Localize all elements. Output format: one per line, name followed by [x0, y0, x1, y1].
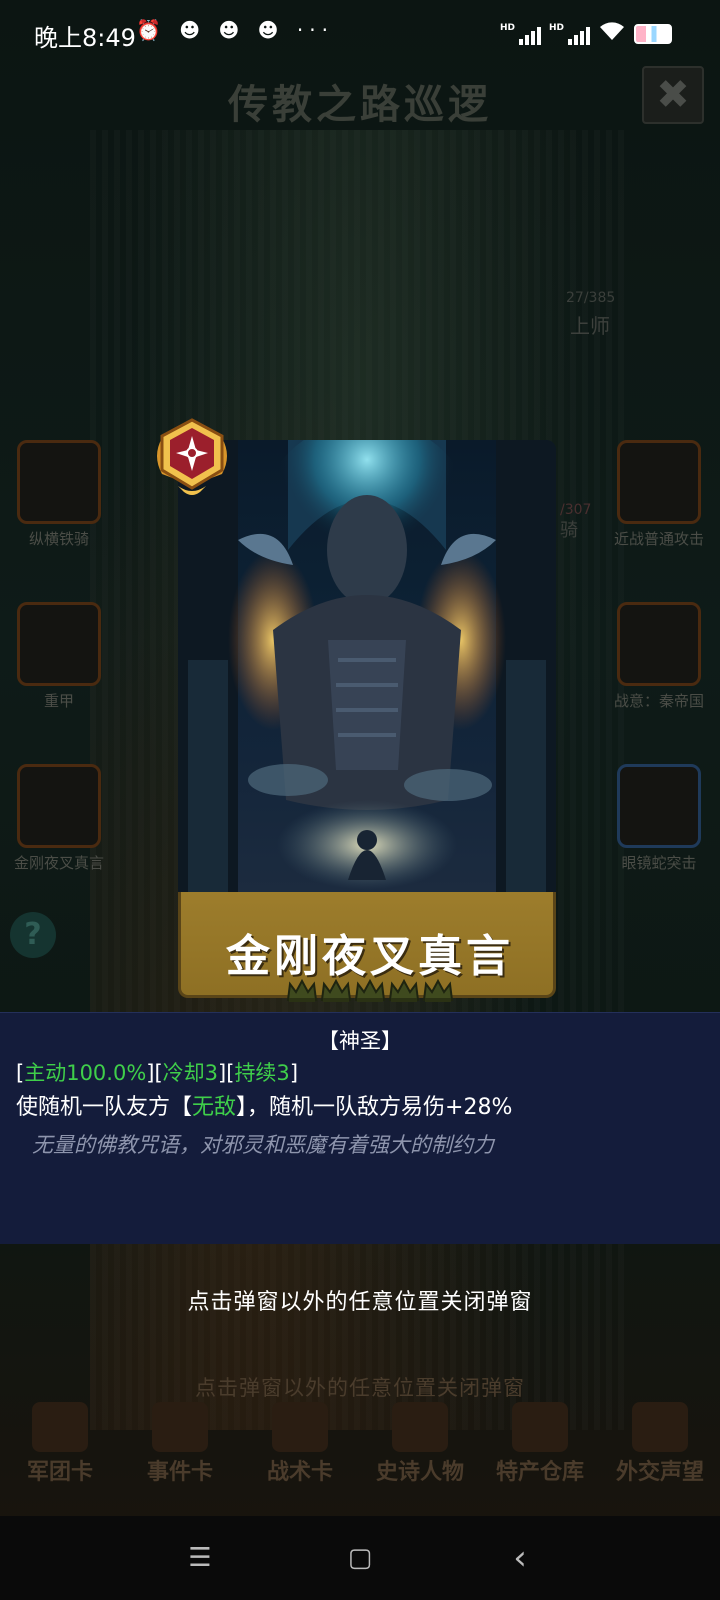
bottom-nav: 军团卡 事件卡 战术卡 史诗人物 特产仓库 外交声望	[0, 1400, 720, 1488]
nav-label: 外交声望	[615, 1460, 704, 1485]
compass-star-badge-icon	[148, 416, 236, 500]
helmet-icon	[32, 1402, 88, 1452]
description-text: 】，随机一队敌方易伤+28%	[236, 1095, 513, 1120]
nav-diplomacy[interactable]: 外交声望	[600, 1400, 720, 1488]
unit-frame	[617, 602, 701, 686]
unit-label: 金刚夜叉真言	[13, 854, 104, 872]
skill-stats: [主动100.0%][冷却3][持续3]	[16, 1061, 299, 1085]
nav-label: 军团卡	[26, 1460, 93, 1485]
bg-unit-right-1[interactable]: 近战普通攻击	[604, 440, 714, 549]
troop-count: 27/385	[566, 290, 616, 306]
status-bar: 晚上8:49 ⏰ ☻ ☻ ☻ ··· HD HD	[0, 0, 720, 64]
unit-label: 眼镜蛇突击	[621, 854, 697, 872]
bg-unit-left-2[interactable]: 重甲	[4, 602, 114, 711]
unit-frame	[17, 602, 101, 686]
unit-label: 近战普通攻击	[613, 530, 704, 548]
nav-label: 战术卡	[266, 1460, 333, 1485]
unit-label: 战意：秦帝国	[613, 692, 704, 710]
background-hint: 点击弹窗以外的任意位置关闭弹窗	[195, 1376, 525, 1400]
unit-frame	[617, 440, 701, 524]
battery-icon	[634, 24, 672, 44]
bg-unit-left-3[interactable]: 金刚夜叉真言	[4, 764, 114, 873]
signal-icon: HD	[500, 23, 541, 45]
skill-type: 【神圣】	[318, 1029, 402, 1053]
crossed-swords-icon	[272, 1402, 328, 1452]
nav-tactic-cards[interactable]: 战术卡	[240, 1400, 360, 1488]
unit-label: 纵横铁骑	[28, 530, 89, 548]
signal-hd-label: HD	[499, 23, 515, 33]
crown-star-icon	[286, 978, 318, 1002]
card-star-rating	[286, 978, 454, 1004]
nav-label: 特产仓库	[495, 1460, 584, 1485]
menu-icon[interactable]: ☰	[180, 1538, 220, 1578]
envelope-icon	[632, 1402, 688, 1452]
system-nav-bar: ☰ ▢ ‹	[0, 1516, 720, 1600]
status-time: 晚上8:49	[34, 24, 136, 52]
background-title: 传教之路巡逻	[228, 82, 492, 128]
nav-label: 事件卡	[146, 1460, 213, 1485]
signal-icon: HD	[549, 23, 590, 45]
description-text: 使随机一队友方【	[16, 1095, 193, 1120]
nav-specialty-warehouse[interactable]: 特产仓库	[480, 1400, 600, 1488]
background-close-button[interactable]: ✖	[642, 66, 704, 124]
crown-star-icon	[320, 978, 352, 1002]
nav-legion-cards[interactable]: 军团卡	[0, 1400, 120, 1488]
home-icon[interactable]: ▢	[340, 1538, 380, 1578]
skill-description: 使随机一队友方【无敌】，随机一队敌方易伤+28%	[16, 1089, 512, 1121]
description-keyword: 无敌	[192, 1095, 237, 1120]
unit-frame	[17, 764, 101, 848]
crown-star-icon	[422, 978, 454, 1002]
nav-event-cards[interactable]: 事件卡	[120, 1400, 240, 1488]
back-icon[interactable]: ‹	[500, 1538, 540, 1578]
bg-unit-right-2[interactable]: 战意：秦帝国	[604, 602, 714, 711]
crown-star-icon	[354, 978, 386, 1002]
skill-cooldown: 冷却3	[162, 1061, 219, 1085]
signal-hd-label: HD	[548, 23, 564, 33]
skill-activation-rate: 主动100.0%	[24, 1061, 147, 1085]
nav-epic-heroes[interactable]: 史诗人物	[360, 1400, 480, 1488]
unit-frame	[17, 440, 101, 524]
card-popup: 金刚夜叉真言	[178, 440, 556, 1002]
bg-unit-right-3[interactable]: 眼镜蛇突击	[604, 764, 714, 873]
skill-duration: 持续3	[234, 1061, 290, 1085]
rank-label: 上师	[570, 314, 610, 338]
notification-icons: ⏰ ☻ ☻ ☻ ···	[136, 18, 334, 42]
card-artwork	[178, 440, 556, 892]
nav-label: 史诗人物	[375, 1460, 464, 1485]
card-name: 金刚夜叉真言	[226, 931, 514, 982]
skill-info-panel: 【神圣】 [主动100.0%][冷却3][持续3] 使随机一队友方【无敌】，随机…	[0, 1012, 720, 1244]
wifi-icon	[598, 20, 626, 48]
crown-icon	[392, 1402, 448, 1452]
scroll-icon	[152, 1402, 208, 1452]
chest-icon	[512, 1402, 568, 1452]
crown-star-icon	[388, 978, 420, 1002]
unit-frame	[617, 764, 701, 848]
partial-unit-label: 骑	[560, 520, 578, 541]
card-name-bar: 金刚夜叉真言	[178, 892, 556, 1002]
close-hint: 点击弹窗以外的任意位置关闭弹窗	[187, 1290, 533, 1315]
unit-label: 重甲	[43, 692, 74, 710]
bg-unit-left-1[interactable]: 纵横铁骑	[4, 440, 114, 549]
skill-flavor-text: 无量的佛教咒语，对邪灵和恶魔有着强大的制约力	[32, 1133, 494, 1157]
help-button[interactable]: ?	[10, 912, 56, 958]
